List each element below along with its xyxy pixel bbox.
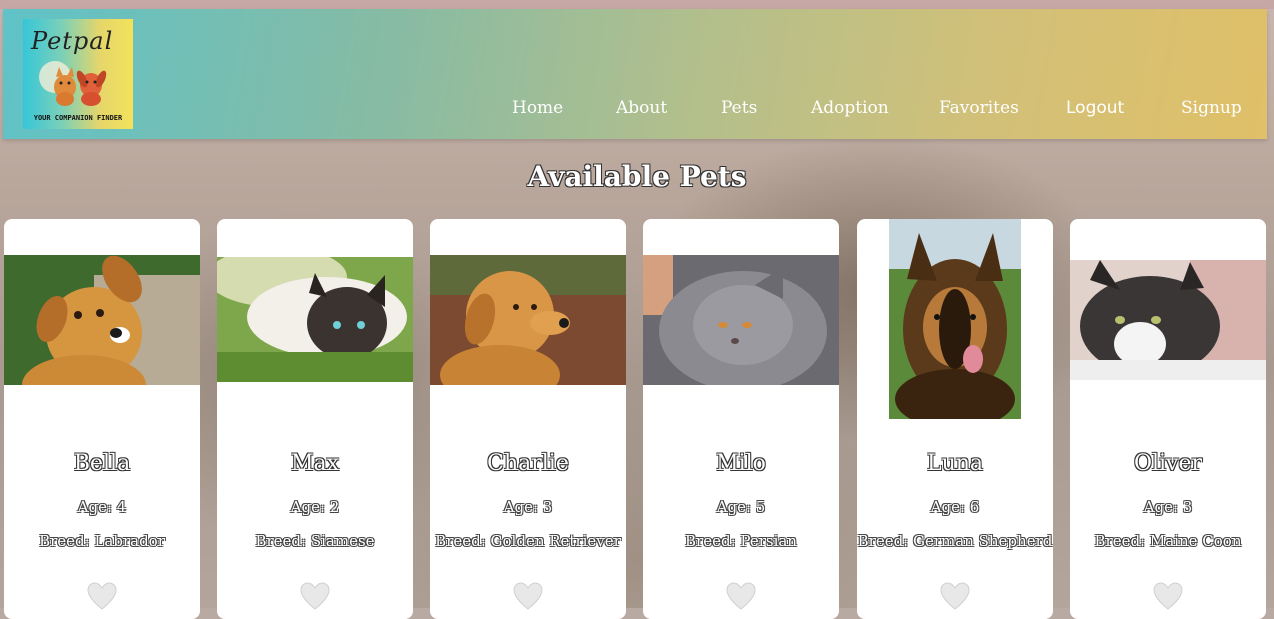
pet-age: Age: 5 [716, 498, 766, 516]
nav-logout[interactable]: Logout [1066, 98, 1124, 118]
pet-name: Oliver [1133, 451, 1203, 476]
favorite-heart-icon[interactable] [86, 581, 118, 613]
pet-card-max[interactable]: Max Age: 2 Breed: Siamese [217, 219, 413, 619]
nav-pets[interactable]: Pets [721, 98, 757, 118]
pet-card-milo[interactable]: Milo Age: 5 Breed: Persian [643, 219, 839, 619]
pet-photo-max[interactable] [217, 257, 413, 382]
pet-photo-milo[interactable] [643, 255, 839, 385]
favorite-heart-icon[interactable] [725, 581, 757, 613]
nav-adoption[interactable]: Adoption [811, 98, 889, 118]
nav-favorites[interactable]: Favorites [939, 98, 1019, 118]
pet-breed: Breed: Golden Retriever [435, 532, 621, 550]
pet-name: Bella [73, 451, 131, 476]
pet-age: Age: 3 [503, 498, 553, 516]
favorite-heart-icon[interactable] [299, 581, 331, 613]
pet-photo-bella[interactable] [4, 255, 200, 385]
pet-card-luna[interactable]: Luna Age: 6 Breed: German Shepherd [857, 219, 1053, 619]
pet-photo-charlie[interactable] [430, 255, 626, 385]
pet-name: Charlie [487, 451, 569, 476]
pet-breed: Breed: German Shepherd [857, 532, 1053, 550]
favorite-heart-icon[interactable] [512, 581, 544, 613]
pet-age: Age: 4 [77, 498, 127, 516]
pet-breed: Breed: Siamese [255, 532, 375, 550]
pet-name: Milo [716, 451, 766, 476]
nav-about[interactable]: About [616, 98, 667, 118]
pet-age: Age: 6 [930, 498, 980, 516]
site-header: Petpal YOUR COMPANION FINDER Home About … [3, 9, 1267, 139]
pet-name: Luna [926, 451, 984, 476]
pet-card-oliver[interactable]: Oliver Age: 3 Breed: Maine Coon [1070, 219, 1266, 619]
nav-signup[interactable]: Signup [1181, 98, 1242, 118]
pet-photo-oliver[interactable] [1070, 260, 1266, 380]
pet-age: Age: 2 [290, 498, 340, 516]
favorite-heart-icon[interactable] [1152, 581, 1184, 613]
pet-card-bella[interactable]: Bella Age: 4 Breed: Labrador [4, 219, 200, 619]
pet-age: Age: 3 [1143, 498, 1193, 516]
pet-name: Max [290, 451, 340, 476]
pet-card-charlie[interactable]: Charlie Age: 3 Breed: Golden Retriever [430, 219, 626, 619]
nav-home[interactable]: Home [512, 98, 563, 118]
main-nav: Home About Pets Adoption Favorites Logou… [3, 98, 1267, 122]
pet-breed: Breed: Maine Coon [1094, 532, 1242, 550]
page-title: Available Pets [527, 160, 747, 193]
pet-breed: Breed: Labrador [39, 532, 165, 550]
pet-breed: Breed: Persian [685, 532, 797, 550]
pet-photo-luna[interactable] [889, 219, 1021, 419]
favorite-heart-icon[interactable] [939, 581, 971, 613]
top-strip [0, 0, 1274, 9]
